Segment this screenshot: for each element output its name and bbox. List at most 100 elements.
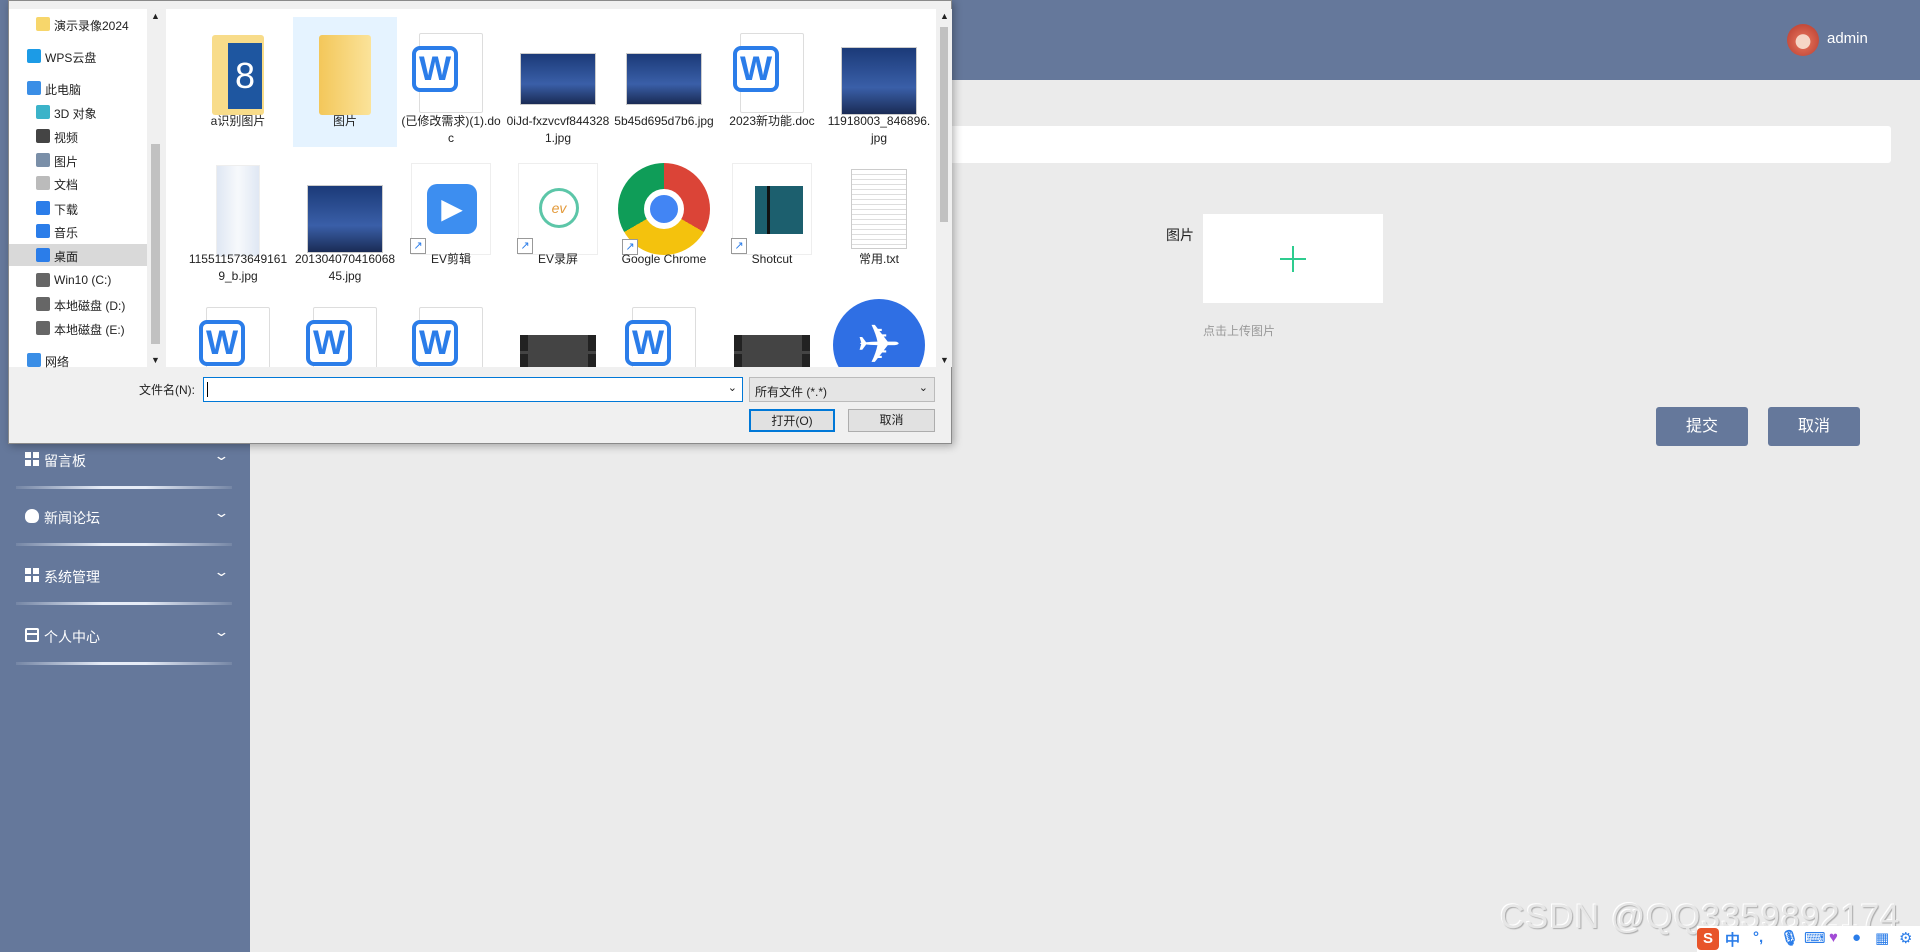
file-icon: W xyxy=(411,25,491,115)
file-item[interactable]: W xyxy=(612,291,716,367)
open-button[interactable]: 打开(O) xyxy=(749,409,835,432)
file-item[interactable]: ↗ Google Chrome xyxy=(612,155,716,285)
filename-input[interactable]: ⌄ xyxy=(203,377,743,402)
nav-item[interactable]: Win10 (C:) xyxy=(9,269,147,291)
file-name: 常用.txt xyxy=(858,252,899,266)
file-item[interactable]: W (已修改需求)(1).doc xyxy=(399,17,503,147)
chrome-icon: ↗ xyxy=(618,163,710,255)
file-name: Google Chrome xyxy=(621,252,707,266)
nav-item-label: 此电脑 xyxy=(45,83,82,97)
file-item[interactable]: 图片 xyxy=(293,17,397,147)
chevron-down-icon[interactable]: ⌄ xyxy=(728,381,737,394)
nav-item[interactable]: 音乐 xyxy=(9,220,147,242)
file-item[interactable]: 0iJd-fxzvcvf8443281.jpg xyxy=(506,17,610,147)
word-doc-icon: W xyxy=(412,33,483,113)
submit-button[interactable]: 提交 xyxy=(1656,407,1748,446)
username[interactable]: admin xyxy=(1827,30,1868,47)
scroll-up-icon[interactable]: ▲ xyxy=(940,11,949,21)
dialog-cancel-button[interactable]: 取消 xyxy=(848,409,935,432)
app-icon: ✈ xyxy=(833,299,925,367)
file-icon: W xyxy=(305,299,385,367)
file-item[interactable]: ▶ ↗ EV剪辑 xyxy=(399,155,503,285)
ime-lang[interactable]: 中 xyxy=(1725,929,1740,950)
file-item[interactable]: 常用.txt xyxy=(827,155,931,285)
file-item[interactable]: W xyxy=(399,291,503,367)
sidebar-item[interactable]: 留言板 ⌄ xyxy=(0,440,250,480)
file-scrollbar[interactable]: ▲ ▼ xyxy=(936,9,952,367)
nav-item-label: 图片 xyxy=(54,155,79,169)
file-name: EV剪辑 xyxy=(430,252,471,266)
nav-item-label: 本地磁盘 (D:) xyxy=(54,299,126,313)
image-upload-box[interactable] xyxy=(1203,214,1383,303)
text-file-icon xyxy=(851,169,907,249)
keyboard-icon[interactable]: ⌨ xyxy=(1804,929,1826,947)
sogou-icon[interactable]: S xyxy=(1697,928,1719,950)
file-item[interactable]: ev ↗ EV录屏 xyxy=(506,155,610,285)
chevron-down-icon: ⌄ xyxy=(213,564,230,579)
sidebar-item[interactable]: 新闻论坛 ⌄ xyxy=(0,497,250,537)
file-item[interactable]: 5b45d695d7b6.jpg xyxy=(612,17,716,147)
folder-icon xyxy=(36,17,50,31)
nav-item-label: 网络 xyxy=(45,355,70,369)
scroll-down-icon[interactable]: ▼ xyxy=(940,355,949,365)
nav-item[interactable]: 本地磁盘 (E:) xyxy=(9,317,147,339)
ime-punct[interactable]: °, xyxy=(1753,929,1763,946)
nav-item-label: 视频 xyxy=(54,131,79,145)
picture-icon xyxy=(36,153,50,167)
nav-item[interactable]: 文档 xyxy=(9,172,147,194)
file-item[interactable]: ↗ Shotcut xyxy=(720,155,824,285)
file-icon xyxy=(732,299,812,367)
file-item[interactable]: W 2023新功能.doc xyxy=(720,17,824,147)
cancel-button[interactable]: 取消 xyxy=(1768,407,1860,446)
file-item[interactable] xyxy=(720,291,824,367)
gamepad-icon[interactable]: ● xyxy=(1852,929,1861,946)
word-doc-icon: W xyxy=(199,307,270,367)
file-item[interactable] xyxy=(506,291,610,367)
nav-item[interactable]: 本地磁盘 (D:) xyxy=(9,293,147,315)
file-item[interactable]: 1155115736491619_b.jpg xyxy=(186,155,290,285)
file-icon xyxy=(305,25,385,115)
file-item[interactable]: W xyxy=(293,291,397,367)
file-item[interactable]: W xyxy=(186,291,290,367)
nav-item[interactable]: 下载 xyxy=(9,197,147,219)
apps-icon[interactable]: ▦ xyxy=(1875,929,1889,947)
nav-item-label: 音乐 xyxy=(54,226,79,240)
word-doc-icon: W xyxy=(733,33,804,113)
nav-item[interactable]: 3D 对象 xyxy=(9,101,147,123)
network-icon xyxy=(27,353,41,367)
divider xyxy=(16,662,232,665)
nav-item[interactable]: 桌面 xyxy=(9,244,147,266)
nav-item-label: WPS云盘 xyxy=(45,51,97,65)
filetype-select[interactable]: 所有文件 (*.*) ⌄ xyxy=(749,377,935,402)
skin-icon[interactable]: ♥ xyxy=(1829,929,1838,946)
file-scroll-thumb[interactable] xyxy=(940,27,948,222)
sidebar-item[interactable]: 系统管理 ⌄ xyxy=(0,556,250,596)
nav-item[interactable]: 网络 xyxy=(9,349,147,371)
nav-item[interactable]: 图片 xyxy=(9,149,147,171)
file-item[interactable]: 11918003_846896.jpg xyxy=(827,17,931,147)
sidebar-item-label: 新闻论坛 xyxy=(44,510,100,526)
nav-item[interactable]: 演示录像2024 xyxy=(9,13,147,35)
settings-icon[interactable]: ⚙ xyxy=(1899,929,1912,947)
file-open-dialog: 演示录像2024 WPS云盘 此电脑 3D 对象 视频 图片 文档 下载 音乐 桌面 Win10 (… xyxy=(8,0,952,444)
file-item[interactable]: 20130407041606845.jpg xyxy=(293,155,397,285)
file-item[interactable]: 8 a识别图片 xyxy=(186,17,290,147)
file-name: 1155115736491619_b.jpg xyxy=(188,252,288,283)
file-icon: W xyxy=(198,299,278,367)
file-item[interactable]: ✈ xyxy=(827,291,931,367)
scroll-down-icon[interactable]: ▼ xyxy=(151,355,160,365)
nav-scrollbar[interactable]: ▲ ▼ xyxy=(147,9,164,367)
nav-item[interactable]: 此电脑 xyxy=(9,77,147,99)
microphone-icon[interactable]: 🎙 xyxy=(1780,929,1799,947)
image-thumbnail xyxy=(307,185,383,253)
divider xyxy=(16,543,232,546)
scroll-up-icon[interactable]: ▲ xyxy=(151,11,160,21)
nav-scroll-thumb[interactable] xyxy=(151,144,160,344)
nav-item[interactable]: 视频 xyxy=(9,125,147,147)
nav-item-label: 演示录像2024 xyxy=(54,19,129,33)
sidebar-item[interactable]: 个人中心 ⌄ xyxy=(0,616,250,656)
avatar[interactable] xyxy=(1787,24,1819,56)
nav-item[interactable]: WPS云盘 xyxy=(9,45,147,67)
image-label: 图片 xyxy=(1166,227,1194,243)
ime-toolbar[interactable]: S 中 °, 🎙 ⌨ ♥ ● ▦ ⚙ xyxy=(1697,926,1920,952)
